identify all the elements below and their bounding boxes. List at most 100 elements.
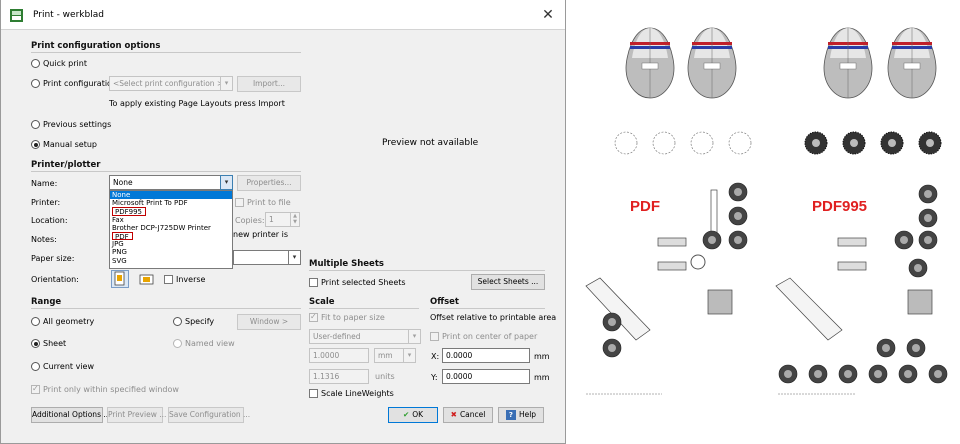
print-selected-sheets-checkbox[interactable] bbox=[309, 278, 318, 287]
comparison-drawing bbox=[585, 27, 948, 395]
divider bbox=[430, 308, 545, 309]
scale-mode-select[interactable]: User-defined bbox=[309, 329, 409, 344]
cancel-icon: ✖ bbox=[450, 410, 457, 419]
copies-stepper-icon[interactable]: ▲ ▼ bbox=[290, 212, 300, 227]
list-item[interactable]: SVG bbox=[110, 257, 232, 265]
list-item[interactable]: None bbox=[110, 191, 232, 200]
all-geometry-radio[interactable] bbox=[31, 317, 40, 326]
named-view-radio[interactable] bbox=[173, 339, 182, 348]
import-button[interactable]: Import... bbox=[237, 76, 301, 92]
previous-settings-label: Previous settings bbox=[43, 120, 112, 129]
list-item[interactable]: PDF995 bbox=[112, 207, 146, 216]
list-item[interactable]: Brother DCP-J725DW Printer bbox=[110, 224, 232, 232]
offset-x-unit: mm bbox=[534, 352, 550, 361]
multiple-sheets-heading: Multiple Sheets bbox=[309, 259, 384, 269]
divider bbox=[309, 308, 419, 309]
offset-y-input[interactable]: 0.0000 bbox=[442, 369, 530, 384]
portrait-icon bbox=[114, 271, 125, 286]
list-item[interactable]: PDF bbox=[112, 231, 133, 241]
select-sheets-button[interactable]: Select Sheets ... bbox=[471, 274, 545, 290]
offset-x-label: X: bbox=[431, 352, 440, 361]
scale-value2-input[interactable]: 1.1316 bbox=[309, 369, 369, 384]
pdf-output-label: PDF bbox=[630, 198, 660, 215]
fit-to-paper-checkbox[interactable] bbox=[309, 312, 318, 322]
name-label: Name: bbox=[31, 179, 58, 188]
chevron-down-icon[interactable]: ▾ bbox=[403, 348, 416, 363]
cancel-button[interactable]: ✖ Cancel bbox=[443, 407, 493, 423]
print-configuration-radio[interactable] bbox=[31, 79, 40, 88]
paper-size-select[interactable] bbox=[233, 250, 289, 265]
pdf995-output-label: PDF995 bbox=[812, 198, 868, 215]
landscape-orientation-button[interactable] bbox=[138, 270, 156, 288]
divider bbox=[31, 171, 301, 172]
chevron-down-icon[interactable]: ▾ bbox=[220, 76, 233, 91]
manual-setup-radio[interactable] bbox=[31, 140, 40, 149]
list-item[interactable]: PNG bbox=[110, 248, 232, 256]
manual-setup-label: Manual setup bbox=[43, 140, 97, 149]
print-to-file-label: Print to file bbox=[247, 198, 291, 207]
print-within-window-checkbox[interactable] bbox=[31, 384, 40, 394]
divider bbox=[309, 270, 545, 271]
ok-button[interactable]: ✔ OK bbox=[388, 407, 438, 423]
chevron-down-icon[interactable]: ▾ bbox=[408, 329, 421, 344]
center-paper-label: Print on center of paper bbox=[442, 332, 538, 341]
chevron-down-icon[interactable]: ▾ bbox=[220, 175, 233, 190]
divider bbox=[31, 52, 301, 53]
list-item[interactable]: JPG bbox=[110, 240, 232, 248]
notes-text: new printer is bbox=[233, 230, 289, 239]
print-output-comparison: PDF PDF995 bbox=[566, 0, 960, 444]
import-hint: To apply existing Page Layouts press Imp… bbox=[109, 99, 285, 108]
inverse-checkbox[interactable] bbox=[164, 275, 173, 284]
copies-input[interactable]: 1 bbox=[265, 212, 291, 227]
center-paper-checkbox[interactable] bbox=[430, 332, 439, 341]
print-dialog: Print - werkblad ✕ Print configuration o… bbox=[0, 0, 566, 444]
list-item[interactable]: Fax bbox=[110, 216, 232, 224]
named-view-label: Named view bbox=[185, 339, 235, 348]
print-to-file-checkbox[interactable] bbox=[235, 198, 244, 207]
printer-heading: Printer/plotter bbox=[31, 160, 101, 170]
offset-y-unit: mm bbox=[534, 373, 550, 382]
quick-print-label: Quick print bbox=[43, 59, 87, 68]
scale-unit-select[interactable]: mm bbox=[374, 348, 404, 363]
ok-label: OK bbox=[412, 410, 424, 419]
orientation-label: Orientation: bbox=[31, 275, 79, 284]
scale-value1-input[interactable]: 1.0000 bbox=[309, 348, 369, 363]
printer-dropdown-list[interactable]: None Microsoft Print To PDF PDF995 Fax B… bbox=[109, 190, 233, 269]
config-heading: Print configuration options bbox=[31, 41, 161, 51]
additional-options-button[interactable]: Additional Options ... bbox=[31, 407, 111, 423]
close-icon[interactable]: ✕ bbox=[539, 6, 557, 24]
help-icon: ? bbox=[505, 410, 516, 420]
chevron-down-icon[interactable]: ▾ bbox=[288, 250, 301, 265]
help-button[interactable]: ? Help bbox=[498, 407, 544, 423]
window-title: Print - werkblad bbox=[33, 10, 104, 20]
fit-to-paper-label: Fit to paper size bbox=[321, 313, 385, 322]
previous-settings-radio[interactable] bbox=[31, 120, 40, 129]
scale-lineweights-checkbox[interactable] bbox=[309, 389, 318, 398]
specify-radio[interactable] bbox=[173, 317, 182, 326]
offset-x-input[interactable]: 0.0000 bbox=[442, 348, 530, 363]
divider bbox=[31, 308, 301, 309]
printer-label: Printer: bbox=[31, 198, 61, 207]
print-configuration-select[interactable]: <Select print configuration > bbox=[109, 76, 221, 91]
print-selected-sheets-label: Print selected Sheets bbox=[321, 278, 406, 287]
current-view-radio[interactable] bbox=[31, 362, 40, 371]
list-item[interactable]: Microsoft Print To PDF bbox=[110, 199, 232, 207]
printer-name-select[interactable]: None bbox=[109, 175, 221, 190]
all-geometry-label: All geometry bbox=[43, 317, 95, 326]
quick-print-radio[interactable] bbox=[31, 59, 40, 68]
specify-label: Specify bbox=[185, 317, 215, 326]
save-configuration-button[interactable]: Save Configuration ... bbox=[168, 407, 250, 423]
scale-lineweights-label: Scale LineWeights bbox=[321, 389, 394, 398]
print-preview-button[interactable]: Print Preview ... bbox=[107, 407, 166, 423]
portrait-orientation-button[interactable] bbox=[111, 270, 129, 288]
location-label: Location: bbox=[31, 216, 68, 225]
sheet-radio[interactable] bbox=[31, 339, 40, 348]
title-bar: Print - werkblad ✕ bbox=[1, 0, 565, 30]
properties-button[interactable]: Properties... bbox=[237, 175, 301, 191]
range-heading: Range bbox=[31, 297, 62, 307]
check-icon: ✔ bbox=[402, 410, 410, 419]
window-button[interactable]: Window > bbox=[237, 314, 301, 330]
offset-y-label: Y: bbox=[431, 373, 438, 382]
inverse-label: Inverse bbox=[176, 275, 206, 284]
landscape-icon bbox=[139, 274, 154, 285]
